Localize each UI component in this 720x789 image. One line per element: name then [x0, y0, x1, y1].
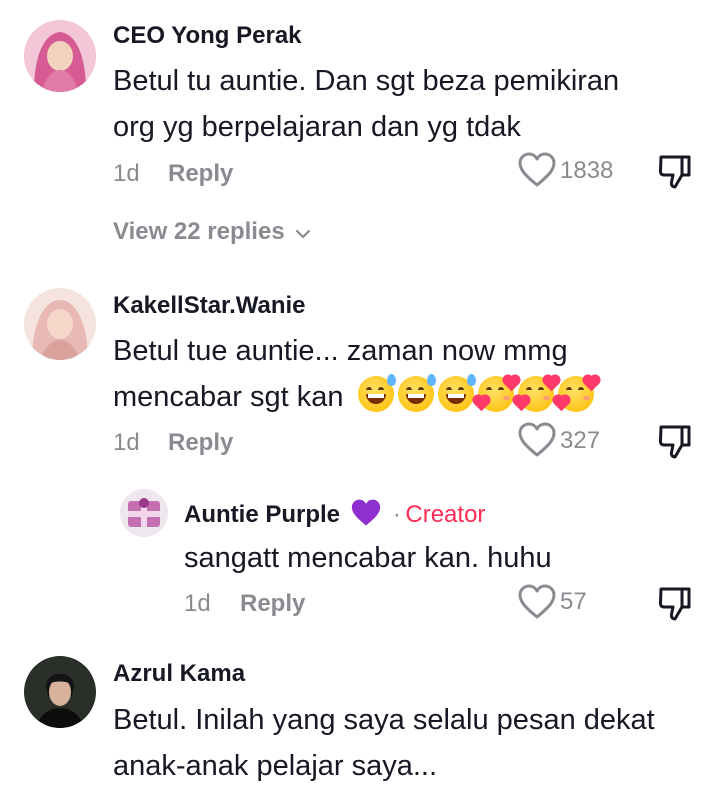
comment-text-line: org yg berpelajaran dan yg tdak [113, 111, 521, 143]
grinning-sweat-emoji [437, 374, 476, 412]
separator-dot: · [392, 501, 401, 528]
heart-outline-icon[interactable] [518, 152, 556, 188]
like-count: 57 [560, 588, 587, 615]
reply-button[interactable]: Reply [240, 590, 305, 618]
purple-heart-emoji [350, 498, 382, 533]
reply-text: sangatt mencabar kan. huhu [184, 542, 552, 574]
comment-text-line: Betul. Inilah yang saya selalu pesan dek… [113, 704, 655, 736]
reply-author[interactable]: Auntie Purple [184, 501, 340, 528]
comment-text: Betul tue auntie... zaman now mmg mencab… [113, 328, 599, 420]
reply-button[interactable]: Reply [168, 429, 233, 457]
smiling-hearts-emoji [513, 375, 559, 412]
comment-text-line: anak-anak pelajar saya... [113, 750, 438, 782]
thumbs-down-icon[interactable] [658, 424, 692, 460]
chevron-down-icon [295, 219, 311, 247]
grinning-sweat-emoji [357, 374, 396, 412]
comment-text: Betul tu auntie. Dan sgt beza pemikiran … [113, 58, 619, 150]
smiling-hearts-emoji [473, 375, 519, 412]
avatar[interactable] [24, 656, 96, 728]
heart-outline-icon[interactable] [518, 422, 556, 458]
comment-author[interactable]: Azrul Kama [113, 660, 245, 688]
comment-time: 1d [113, 429, 140, 456]
comment-author[interactable]: KakellStar.Wanie [113, 292, 306, 320]
view-replies-label: View 22 replies [113, 218, 285, 245]
comment-author[interactable]: CEO Yong Perak [113, 22, 302, 50]
avatar[interactable] [24, 20, 96, 92]
like-count: 1838 [560, 157, 614, 184]
smiling-hearts-emoji [553, 375, 599, 412]
heart-outline-icon[interactable] [518, 584, 556, 620]
comment-text: Betul. Inilah yang saya selalu pesan dek… [113, 697, 655, 789]
reply-time: 1d [184, 590, 211, 617]
reply-button[interactable]: Reply [168, 160, 233, 188]
emoji-row [357, 374, 599, 413]
comment-text-line: Betul tu auntie. Dan sgt beza pemikiran [113, 65, 620, 97]
comment-time: 1d [113, 160, 140, 187]
reply-header: Auntie Purple · Creator [184, 498, 485, 533]
like-count: 327 [560, 427, 601, 454]
comment-text-line: Betul tue auntie... zaman now mmg [113, 335, 568, 367]
avatar[interactable] [120, 489, 168, 537]
view-replies-button[interactable]: View 22 replies [113, 218, 311, 247]
creator-badge: Creator [405, 501, 486, 528]
comment-text-line: mencabar sgt kan [113, 381, 344, 413]
thumbs-down-icon[interactable] [658, 154, 692, 190]
thumbs-down-icon[interactable] [658, 586, 692, 622]
comment-text-line-2: mencabar sgt kan [113, 374, 599, 420]
grinning-sweat-emoji [397, 374, 436, 412]
avatar[interactable] [24, 288, 96, 360]
